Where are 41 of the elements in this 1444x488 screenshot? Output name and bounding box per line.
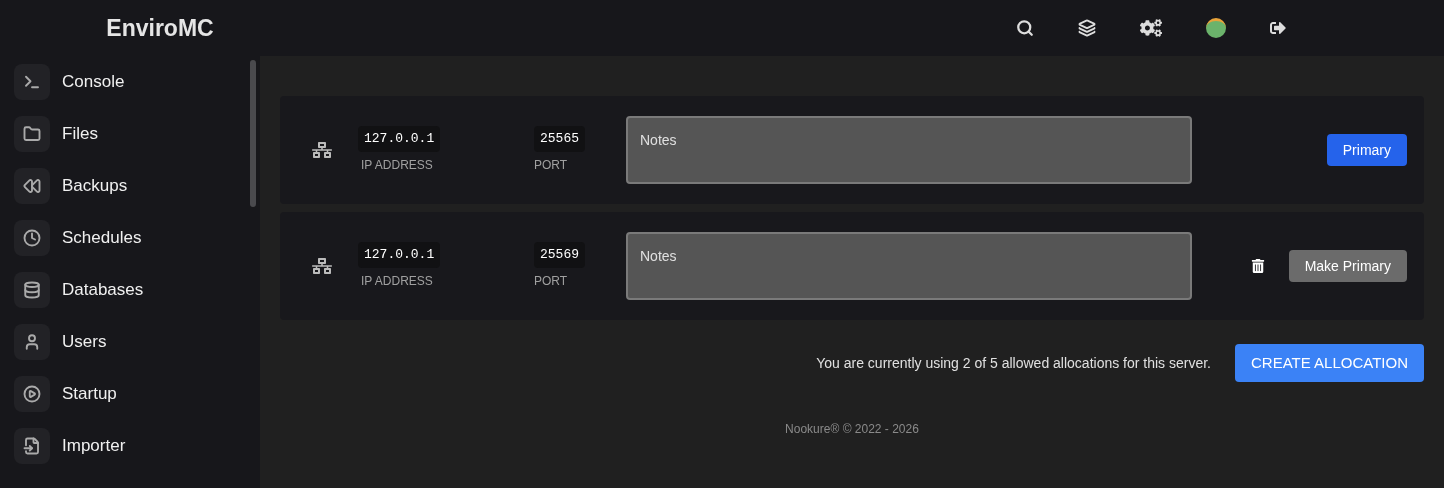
play-icon (14, 376, 50, 412)
sidebar-item[interactable]: Console (14, 64, 260, 100)
ip-address: 127.0.0.1 (358, 242, 441, 268)
settings-icon[interactable] (1140, 17, 1162, 39)
port-label: PORT (534, 156, 569, 174)
port: 25565 (534, 126, 585, 152)
avatar[interactable] (1206, 18, 1226, 38)
database-icon (14, 272, 50, 308)
logout-icon[interactable] (1270, 20, 1286, 36)
sidebar-item[interactable]: Startup (14, 376, 260, 412)
footer-text: Nookure® © 2022 - 2026 (785, 421, 919, 438)
sidebar-item[interactable]: Files (14, 116, 260, 152)
primary-button[interactable]: Primary (1326, 134, 1407, 166)
clock-icon (14, 220, 50, 256)
port-label: PORT (534, 272, 569, 290)
make-primary-button[interactable]: Make Primary (1288, 250, 1407, 282)
notes-field[interactable]: Notes (626, 232, 1192, 300)
create-allocation-button[interactable]: CREATE ALLOCATION (1235, 344, 1424, 382)
sidebar-item[interactable]: Backups (14, 168, 260, 204)
folder-icon (14, 116, 50, 152)
port: 25569 (534, 242, 585, 268)
search-icon[interactable] (1016, 19, 1034, 37)
network-icon (312, 140, 332, 160)
notes-field[interactable]: Notes (626, 116, 1192, 184)
sidebar-item[interactable]: Databases (14, 272, 260, 308)
user-icon (14, 324, 50, 360)
ip-label: IP ADDRESS (360, 272, 434, 290)
app-title: EnviroMC (106, 13, 214, 43)
scrollbar[interactable] (250, 60, 256, 207)
sidebar-item[interactable]: Schedules (14, 220, 260, 256)
ip-label: IP ADDRESS (360, 156, 434, 174)
delete-icon[interactable] (1250, 259, 1265, 273)
ip-address: 127.0.0.1 (358, 126, 441, 152)
network-icon (312, 256, 332, 276)
sidebar-item[interactable]: Importer (14, 428, 260, 464)
terminal-icon (14, 64, 50, 100)
layers-icon[interactable] (1078, 19, 1096, 37)
file-import-icon (14, 428, 50, 464)
usage-text: You are currently using 2 of 5 allowed allocations for this server. (816, 353, 1211, 373)
rewind-icon (14, 168, 50, 204)
sidebar-item[interactable]: Users (14, 324, 260, 360)
